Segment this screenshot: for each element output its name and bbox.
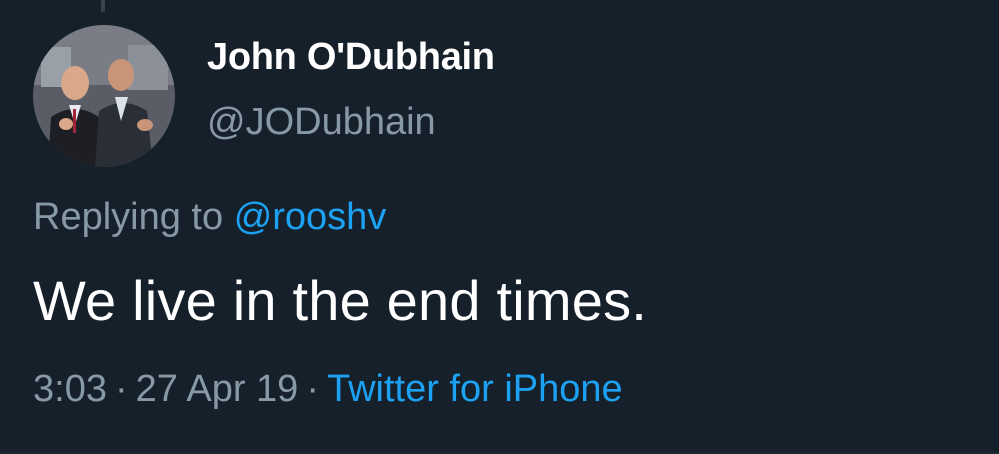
- avatar-photo: [33, 25, 175, 167]
- reply-mention-link[interactable]: @rooshv: [234, 196, 387, 238]
- meta-separator: ·: [306, 368, 319, 410]
- tweet-time: 3:03: [33, 368, 107, 410]
- avatar[interactable]: [33, 25, 175, 167]
- tweet-text: We live in the end times.: [33, 269, 648, 332]
- replying-to-label: Replying to: [33, 196, 224, 238]
- author-display-name[interactable]: John O'Dubhain: [207, 36, 495, 79]
- tweet-source-link[interactable]: Twitter for iPhone: [327, 368, 623, 410]
- thread-connector-line: [101, 0, 105, 12]
- author-handle[interactable]: @JODubhain: [207, 101, 436, 144]
- tweet-metadata: 3:03 · 27 Apr 19 · Twitter for iPhone: [33, 368, 623, 411]
- meta-separator: ·: [114, 368, 128, 410]
- replying-to-line: Replying to @rooshv: [33, 196, 386, 239]
- tweet-date: 27 Apr 19: [135, 368, 299, 410]
